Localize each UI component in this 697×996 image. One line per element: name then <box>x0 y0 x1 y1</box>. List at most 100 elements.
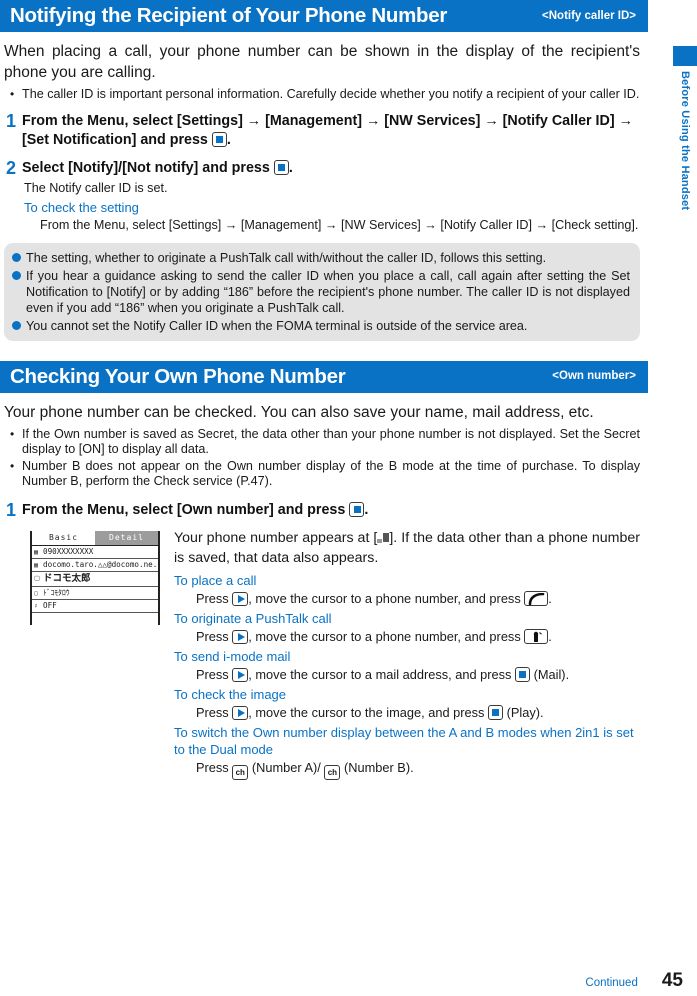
step-text-before: Select [Notify]/[Not notify] and press <box>22 159 270 176</box>
section-header-own-number: Checking Your Own Phone Number <Own numb… <box>0 360 648 393</box>
action-detail-check-image: Press , move the cursor to the image, an… <box>196 704 640 721</box>
select-key-icon <box>349 501 365 517</box>
bullet-text: The caller ID is important personal info… <box>22 87 640 101</box>
page-footer: Continued 45 <box>0 970 697 992</box>
note-text: You cannot set the Notify Caller ID when… <box>26 318 528 333</box>
section-subtitle: <Notify caller ID> <box>542 9 636 22</box>
step-number: 2 <box>6 157 17 178</box>
step-text-after: . <box>226 131 231 148</box>
phone-screen-mock: Basic Detail ▦ 090XXXXXXXX ▦ docomo.taro… <box>30 530 160 625</box>
bullet-text: If the Own number is saved as Secret, th… <box>22 426 640 457</box>
pushtalk-key-icon <box>524 628 549 644</box>
phone-mock-row-value: ドコモ太郎 <box>43 572 91 584</box>
step-2-subheading: To check the setting <box>24 199 139 215</box>
action-detail-place-call: Press , move the cursor to a phone numbe… <box>196 590 640 607</box>
page-content: Notifying the Recipient of Your Phone Nu… <box>0 0 648 780</box>
action-heading-send-imode-mail: To send i-mode mail <box>174 648 291 664</box>
section-bullet-list: • The caller ID is important personal in… <box>10 87 640 103</box>
action-mid: , move the cursor to a mail address, and… <box>248 666 512 682</box>
select-key-icon <box>515 666 531 682</box>
side-tab-color-block <box>673 46 697 66</box>
call-key-icon <box>524 590 549 606</box>
action-post: . <box>548 628 552 644</box>
note-box: The setting, whether to originate a Push… <box>4 242 640 341</box>
own-number-step-1: 1 From the Menu, select [Own number] and… <box>6 499 640 520</box>
select-key-icon <box>211 131 227 147</box>
action-pre: Press <box>196 666 229 682</box>
action-post: (Number B). <box>343 759 414 775</box>
action-heading-pushtalk: To originate a PushTalk call <box>174 610 332 626</box>
step-1: 1 From the Menu, select [Settings] → [Ma… <box>6 110 640 150</box>
phone-mock-row-name: ▢ ドコモ太郎 <box>32 572 158 587</box>
section-title: Notifying the Recipient of Your Phone Nu… <box>10 4 448 27</box>
action-mid: (Number A)/ <box>251 759 321 775</box>
action-mid: , move the cursor to a phone number, and… <box>248 628 521 644</box>
continued-label: Continued <box>585 977 638 989</box>
name-icon: ▢ <box>34 573 41 582</box>
action-post: (Play). <box>506 704 544 720</box>
note-text: If you hear a guidance asking to send th… <box>26 268 630 315</box>
step-number: 1 <box>6 499 17 520</box>
action-pre: Press <box>196 759 229 775</box>
section-lead-paragraph: When placing a call, your phone number c… <box>4 43 640 81</box>
own-number-body-text: Your phone number appears at []. If the … <box>174 526 640 780</box>
action-detail-send-imode-mail: Press , move the cursor to a mail addres… <box>196 666 640 683</box>
phone-entry-icon <box>377 532 390 544</box>
action-heading-switch-2in1: To switch the Own number display between… <box>174 724 634 757</box>
action-heading-place-call: To place a call <box>174 572 257 588</box>
note-bullet-icon <box>12 318 26 334</box>
action-mid: , move the cursor to a phone number, and… <box>248 590 521 606</box>
step-text-after: . <box>364 501 369 518</box>
phone-mock-row-phone: ▦ 090XXXXXXXX <box>32 546 158 559</box>
right-arrow-key-icon <box>232 667 249 682</box>
phone-mock-row-value: OFF <box>43 600 57 610</box>
phone-mock-row-value: ﾄﾞｺﾓﾀﾛｳ <box>43 587 70 597</box>
step-text: From the Menu, select [Settings] → [Mana… <box>22 112 640 150</box>
kana-icon: ▢ <box>34 588 38 597</box>
action-mid: , move the cursor to the image, and pres… <box>248 704 485 720</box>
bullet-dot-icon: • <box>10 458 15 473</box>
step-text: From the Menu, select [Own number] and p… <box>22 501 640 520</box>
bullet-text: Number B does not appear on the Own numb… <box>22 458 640 489</box>
section-title: Checking Your Own Phone Number <box>10 364 346 388</box>
select-key-icon <box>488 704 503 720</box>
ch-key-icon: ch <box>324 764 341 780</box>
phone-mock-row-kana: ▢ ﾄﾞｺﾓﾀﾛｳ <box>32 587 158 600</box>
note-bullet-icon <box>12 250 26 266</box>
action-detail-switch-2in1: Press ch (Number A)/ ch (Number B). <box>196 759 640 780</box>
action-pre: Press <box>196 590 229 606</box>
action-detail-pushtalk: Press , move the cursor to a phone numbe… <box>196 628 640 645</box>
step-2: 2 Select [Notify]/[Not notify] and press… <box>6 157 640 178</box>
ch-key-icon: ch <box>232 764 249 780</box>
section-header-notify-caller-id: Notifying the Recipient of Your Phone Nu… <box>0 0 648 32</box>
phone-mock-tabs: Basic Detail <box>32 530 158 546</box>
mail-icon: ▦ <box>34 560 38 569</box>
step-text-before: From the Menu, select [Own number] and p… <box>22 501 346 518</box>
phone-mock-row-mail: ▦ docomo.taro.△△@docomo.ne.jp <box>32 559 158 572</box>
step-2-detail: The Notify caller ID is set. <box>24 180 168 195</box>
section-bullet-list: • If the Own number is saved as Secret, … <box>10 427 640 490</box>
bullet-dot-icon: • <box>10 87 15 101</box>
note-item: You cannot set the Notify Caller ID when… <box>12 318 630 334</box>
select-key-icon <box>273 159 289 175</box>
action-pre: Press <box>196 628 229 644</box>
right-arrow-key-icon <box>232 629 249 644</box>
phone-icon: ▦ <box>34 547 38 556</box>
step-text: Select [Notify]/[Not notify] and press . <box>22 159 640 178</box>
list-item: • Number B does not appear on the Own nu… <box>10 459 640 490</box>
section-lead-paragraph: Your phone number can be checked. You ca… <box>4 403 594 421</box>
note-bullet-icon <box>12 268 26 316</box>
phone-mock-tab-basic: Basic <box>48 532 79 542</box>
list-item: • If the Own number is saved as Secret, … <box>10 427 640 458</box>
step-number: 1 <box>6 110 17 131</box>
own-number-illustration-and-text: Basic Detail ▦ 090XXXXXXXX ▦ docomo.taro… <box>4 526 640 780</box>
step-text-before: From the Menu, select [Settings] → [Mana… <box>22 112 633 148</box>
page-number: 45 <box>661 970 683 991</box>
phone-mock-row-secret: ♯ OFF <box>32 600 158 613</box>
step-text-after: . <box>288 159 293 176</box>
own-number-paragraph-before: Your phone number appears at [ <box>174 529 378 546</box>
secret-icon: ♯ <box>34 601 38 610</box>
action-post: (Mail). <box>533 666 570 682</box>
bullet-dot-icon: • <box>10 426 15 441</box>
action-post: . <box>548 590 552 606</box>
